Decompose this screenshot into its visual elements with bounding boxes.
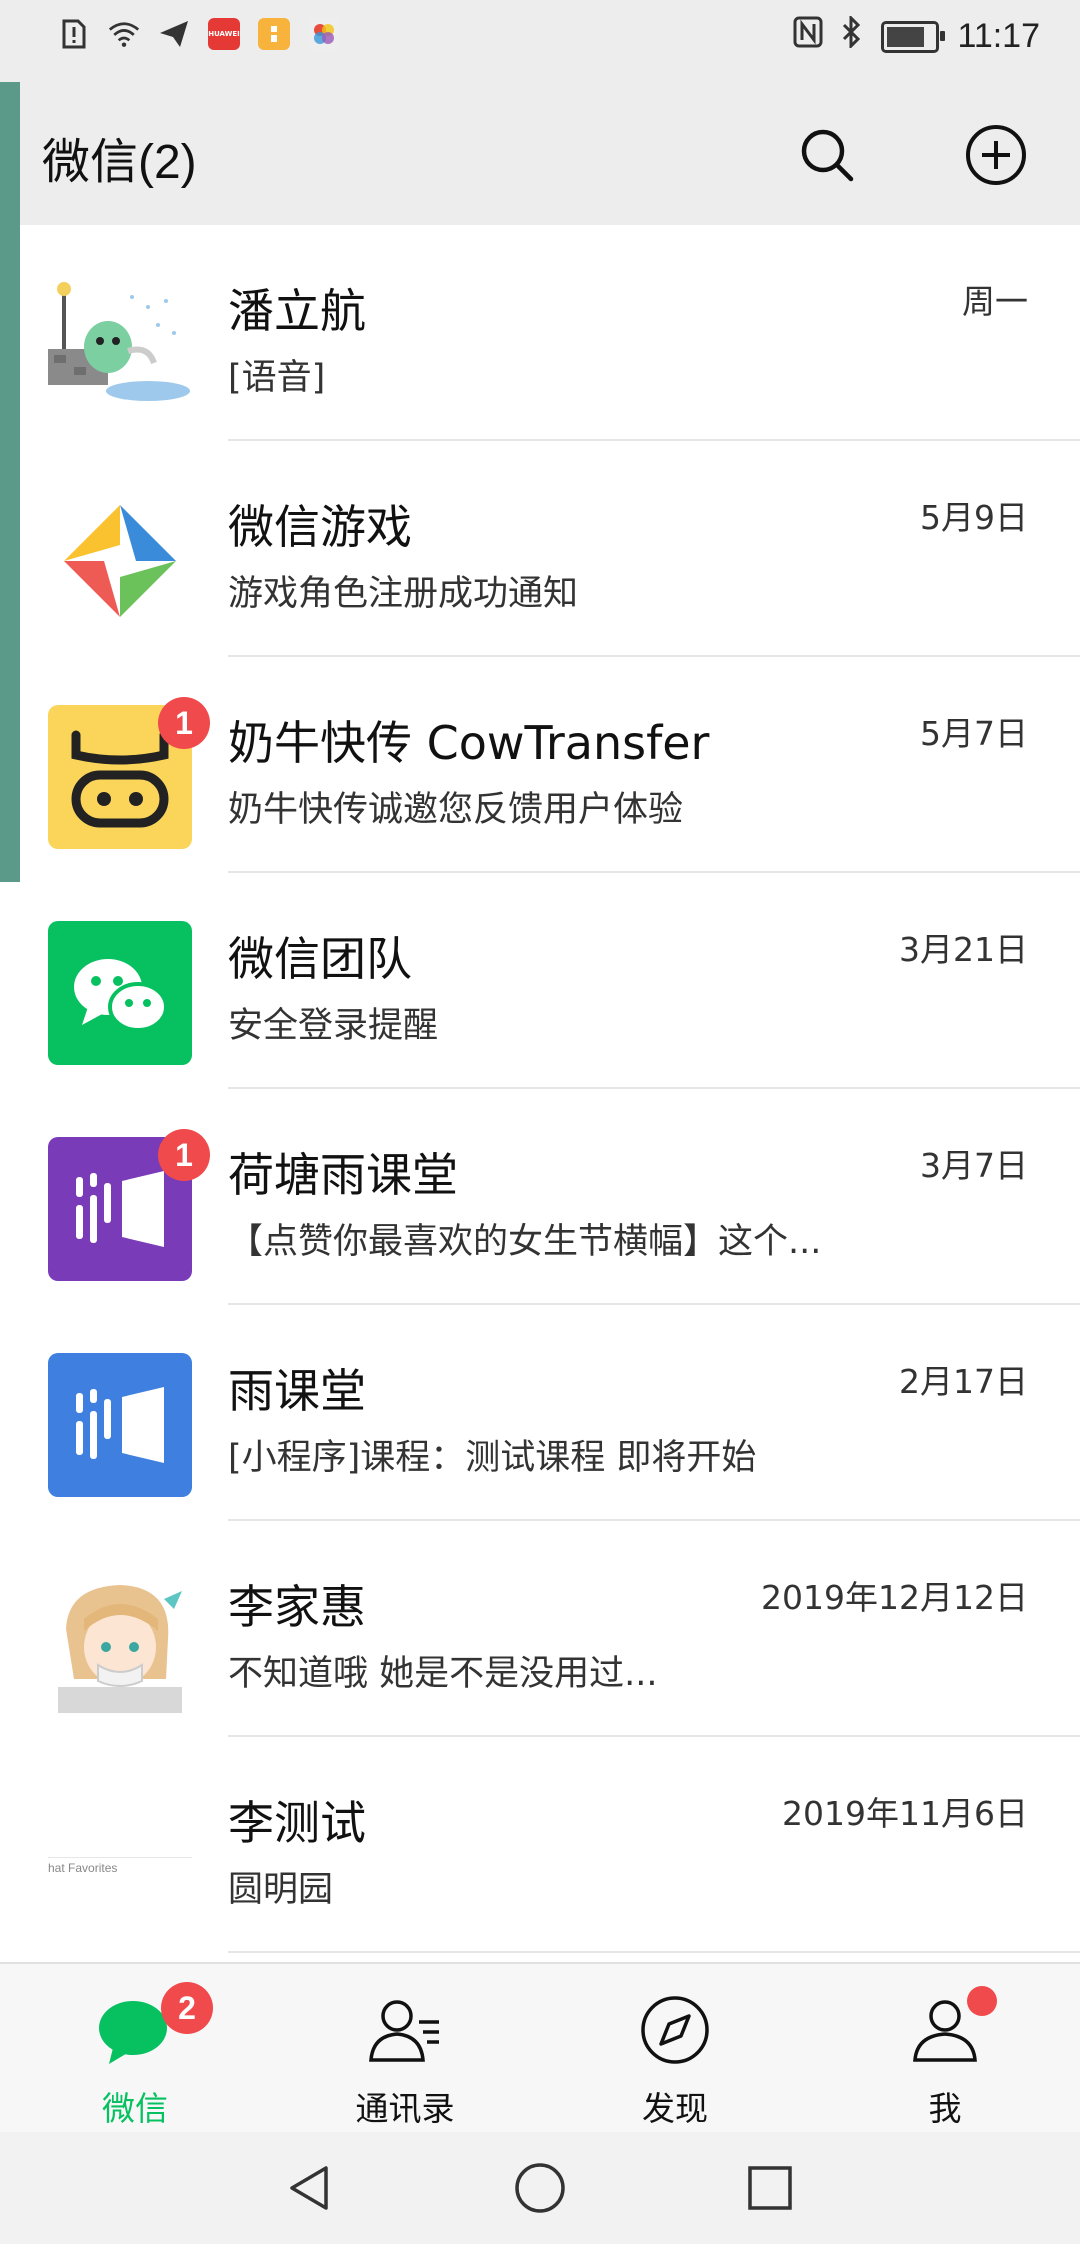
huawei-app-label: HUAWEI <box>208 30 240 38</box>
notification-alert-icon <box>58 18 90 50</box>
send-icon <box>158 18 190 50</box>
tab-label: 通讯录 <box>355 2089 455 2128</box>
chat-preview: 【点赞你最喜欢的女生节横幅】这个... <box>228 1222 822 1262</box>
search-button[interactable] <box>794 122 860 188</box>
chat-name: 微信团队 <box>228 932 412 986</box>
bottom-tab-bar: 2 微信 通讯录 发现 我 <box>0 1962 1080 2134</box>
page-title: 微信(2) <box>42 136 197 189</box>
compass-icon <box>641 1996 709 2064</box>
row-divider <box>228 1951 1080 1953</box>
chat-preview: 安全登录提醒 <box>228 1006 439 1046</box>
chat-row[interactable]: 1 奶牛快传 CowTransfer 奶牛快传诚邀您反馈用户体验 5月7日 <box>0 657 1080 873</box>
chat-name: 李家惠 <box>228 1580 366 1634</box>
chat-row[interactable]: 潘立航 [语音] 周一 <box>0 225 1080 441</box>
chat-time: 5月7日 <box>920 714 1028 753</box>
unread-badge: 1 <box>158 697 210 749</box>
nfc-icon <box>793 16 823 57</box>
avatar-wechat-team-logo <box>48 921 192 1065</box>
avatar-wechat-games-logo <box>48 489 192 633</box>
tab-label: 我 <box>928 2089 962 2128</box>
chat-row[interactable]: 李家惠 不知道哦 她是不是没用过... 2019年12月12日 <box>0 1521 1080 1737</box>
app-header: 微信(2) <box>0 80 1080 225</box>
chat-name: 雨课堂 <box>228 1364 366 1418</box>
add-button[interactable] <box>963 122 1029 188</box>
thumbnail-line <box>48 1857 192 1858</box>
home-icon <box>515 2163 565 2213</box>
avatar-cartoon-dinosaur <box>48 273 192 417</box>
battery-icon <box>881 20 946 53</box>
search-icon <box>801 129 854 182</box>
huawei-app-icon: HUAWEI <box>208 18 240 50</box>
chat-preview: [小程序]课程：测试课程 即将开始 <box>228 1438 757 1478</box>
chat-time: 3月7日 <box>920 1146 1028 1185</box>
thumbnail-caption: hat Favorites <box>48 1861 118 1875</box>
chat-time: 5月9日 <box>920 498 1028 537</box>
unread-badge: 1 <box>158 1129 210 1181</box>
status-left-icons: HUAWEI <box>58 18 340 50</box>
tab-label: 发现 <box>642 2089 708 2128</box>
chat-time: 2月17日 <box>899 1362 1028 1401</box>
add-circle-icon <box>966 125 1026 185</box>
status-right: 11:17 <box>793 14 1040 57</box>
chat-preview: 奶牛快传诚邀您反馈用户体验 <box>228 790 684 830</box>
chat-row[interactable]: 微信游戏 游戏角色注册成功通知 5月9日 <box>0 441 1080 657</box>
avatar-chat-favorites-thumbnail: hat Favorites <box>48 1785 192 1929</box>
recents-button[interactable] <box>740 2158 800 2218</box>
orange-app-icon <box>258 18 290 50</box>
tab-discover[interactable]: 发现 <box>575 1982 775 2128</box>
avatar-anime-girl <box>48 1569 192 1713</box>
avatar-rain-classroom-blue-logo <box>48 1353 192 1497</box>
chat-time: 周一 <box>962 282 1028 321</box>
chat-row[interactable]: hat Favorites 李测试 圆明园 2019年11月6日 <box>0 1737 1080 1953</box>
chat-row[interactable]: 1 荷塘雨课堂 【点赞你最喜欢的女生节横幅】这个... 3月7日 <box>0 1089 1080 1305</box>
tab-chats[interactable]: 2 微信 <box>35 1982 235 2128</box>
status-time: 11:17 <box>957 17 1040 55</box>
edge-overlay-strip <box>0 82 20 882</box>
chat-row[interactable]: 微信团队 安全登录提醒 3月21日 <box>0 873 1080 1089</box>
chat-name: 奶牛快传 CowTransfer <box>228 716 710 770</box>
chat-preview: 游戏角色注册成功通知 <box>228 574 579 614</box>
photos-app-icon <box>308 18 340 50</box>
chat-name: 荷塘雨课堂 <box>228 1148 458 1202</box>
recents-icon <box>748 2166 792 2210</box>
bluetooth-icon <box>841 14 863 57</box>
chat-name: 李测试 <box>228 1796 366 1850</box>
home-button[interactable] <box>510 2158 570 2218</box>
tab-unread-badge: 2 <box>161 1982 213 2034</box>
chat-preview: [语音] <box>228 358 326 398</box>
chat-name: 潘立航 <box>228 284 366 338</box>
tab-contacts[interactable]: 通讯录 <box>305 1982 505 2128</box>
chat-time: 2019年11月6日 <box>782 1794 1028 1833</box>
chat-preview: 不知道哦 她是不是没用过... <box>228 1654 658 1694</box>
chat-row[interactable]: 雨课堂 [小程序]课程：测试课程 即将开始 2月17日 <box>0 1305 1080 1521</box>
back-button[interactable] <box>280 2158 340 2218</box>
contacts-icon <box>369 2000 439 2062</box>
tab-me[interactable]: 我 <box>845 1982 1045 2128</box>
chat-list[interactable]: 潘立航 [语音] 周一 微信游戏 游戏角色注册成功通知 5月9日 1 奶牛快传 … <box>0 225 1080 1962</box>
status-bar: HUAWEI 11:17 <box>0 0 1080 80</box>
tab-label: 微信 <box>102 2089 168 2128</box>
chat-preview: 圆明园 <box>228 1870 334 1910</box>
tab-notification-dot <box>967 1986 997 2016</box>
chat-name: 微信游戏 <box>228 500 412 554</box>
chat-time: 3月21日 <box>899 930 1028 969</box>
back-icon <box>290 2166 328 2210</box>
system-nav-bar <box>0 2132 1080 2244</box>
wifi-icon <box>108 18 140 50</box>
chat-time: 2019年12月12日 <box>761 1578 1028 1617</box>
